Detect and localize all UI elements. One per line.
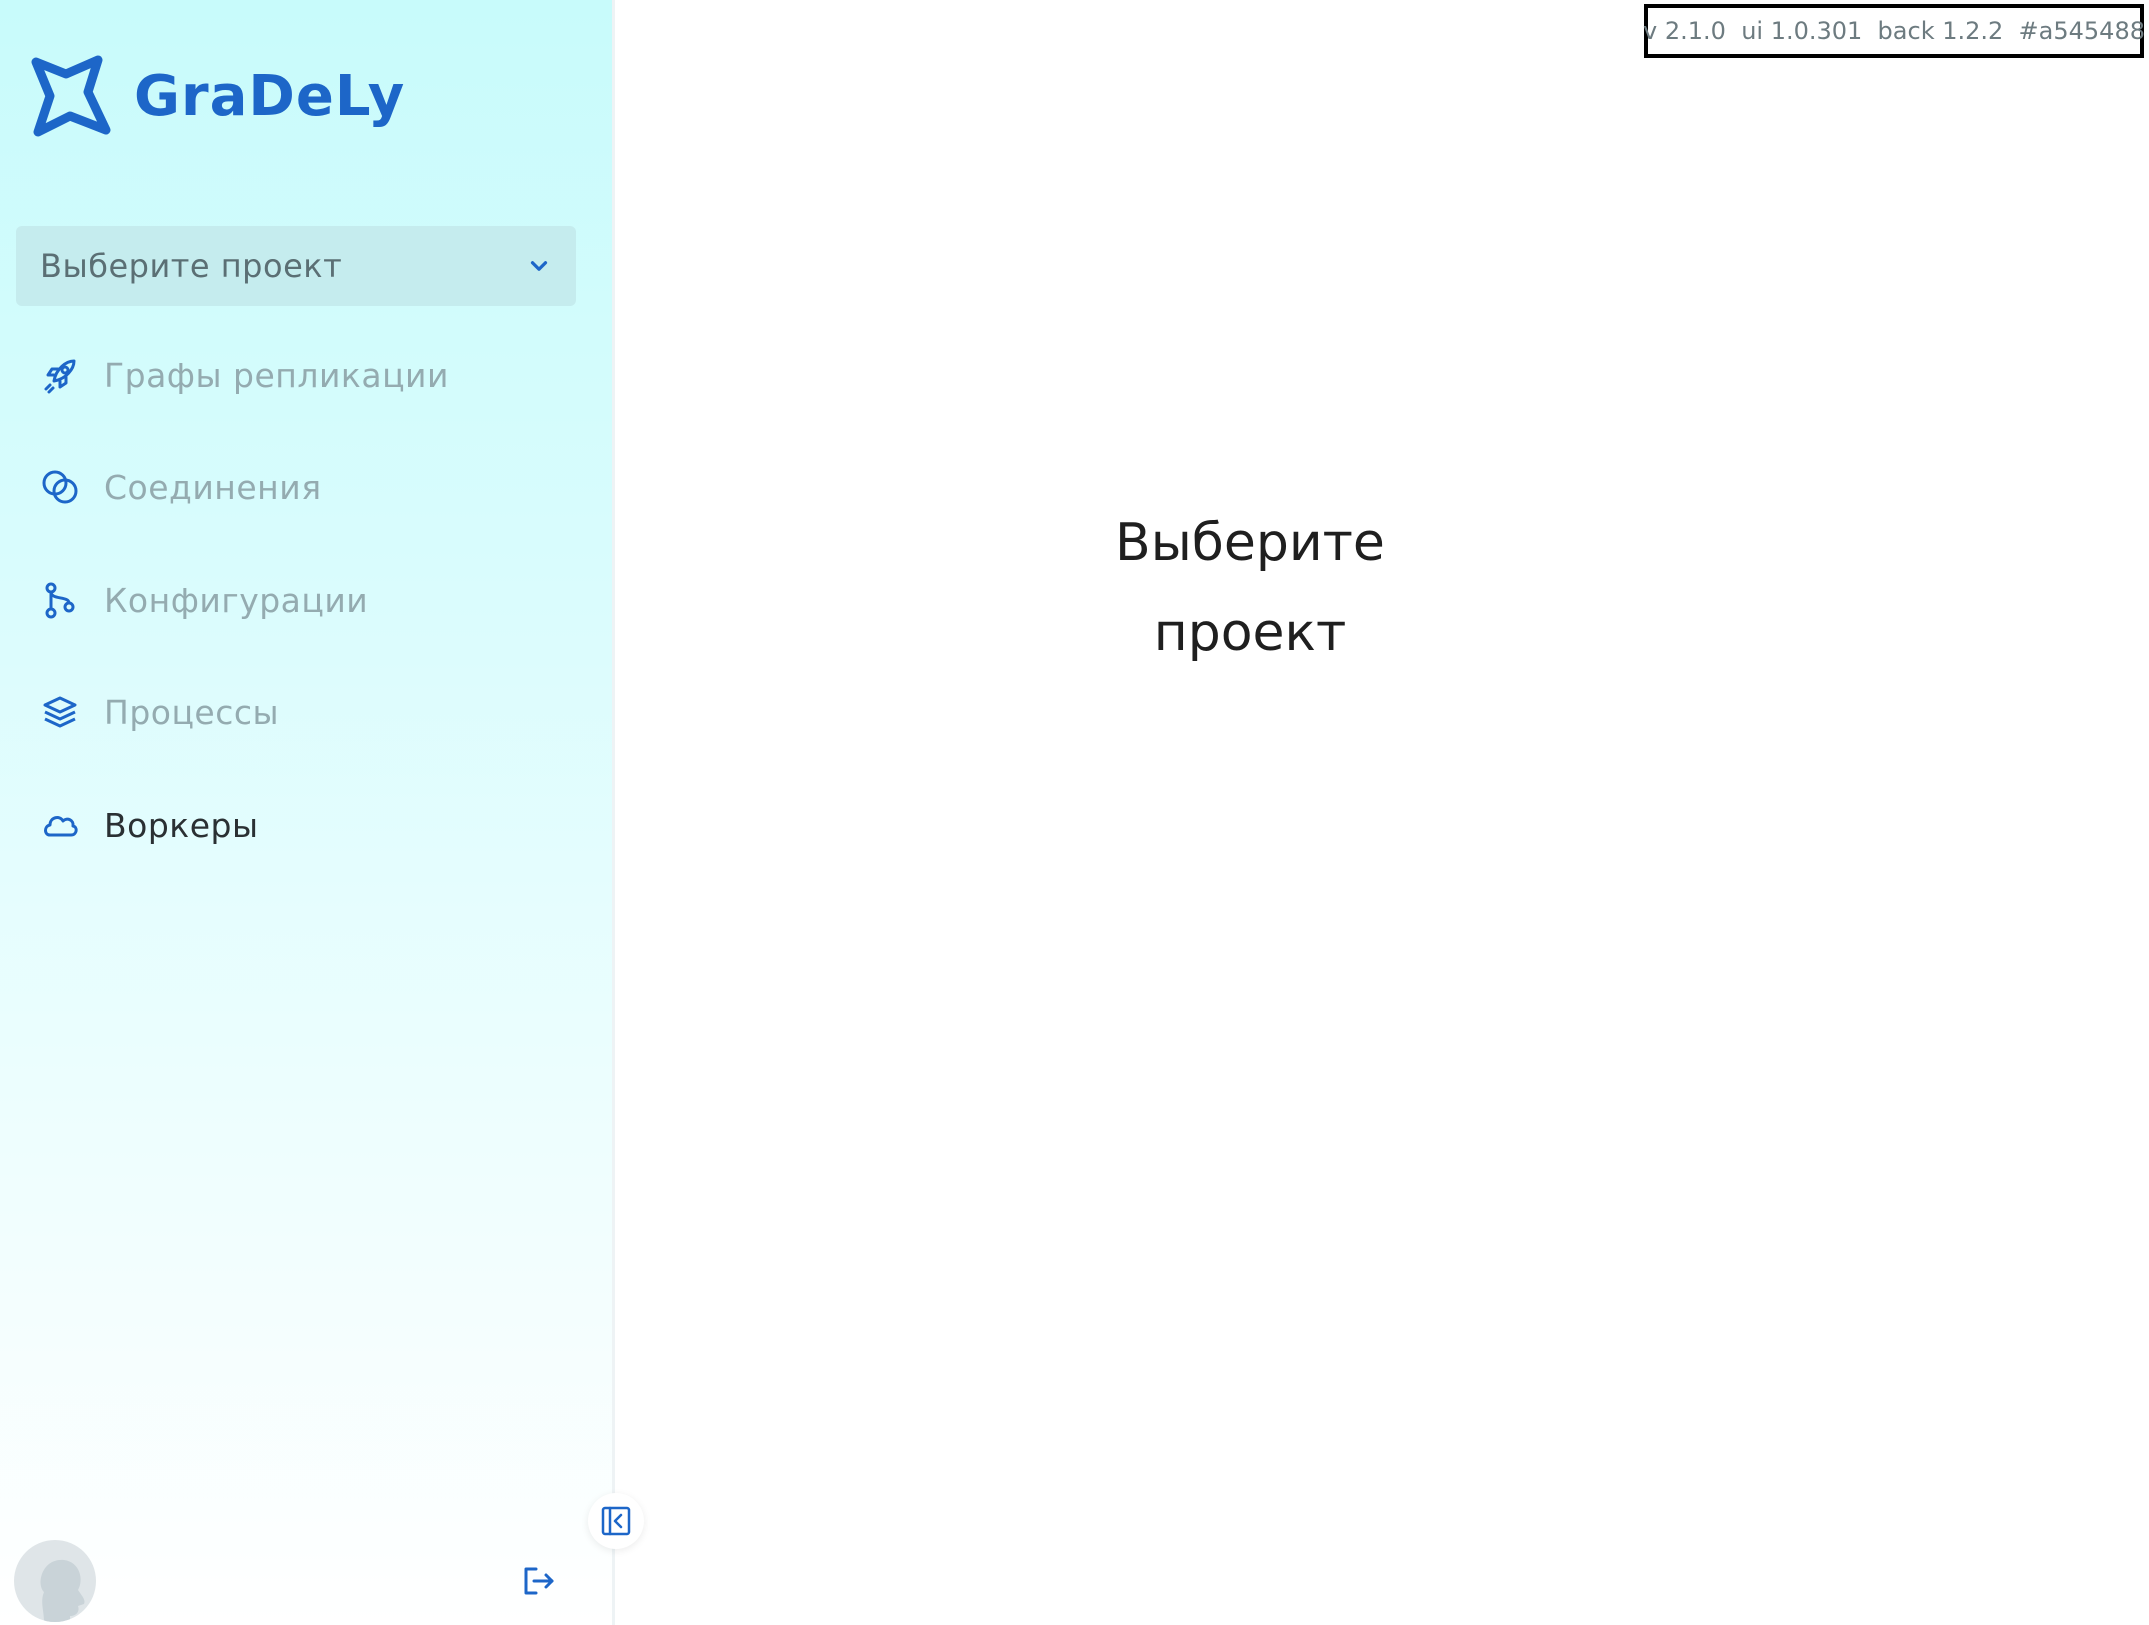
sidebar-item-label: Конфигурации xyxy=(104,580,369,620)
link-icon xyxy=(42,470,78,504)
collapse-sidebar-button[interactable] xyxy=(588,1493,644,1549)
empty-state-message: Выберите проект xyxy=(1050,498,1450,678)
empty-state-line: Выберите xyxy=(1115,513,1385,573)
user-silhouette-icon xyxy=(40,1559,85,1622)
cloud-icon xyxy=(44,816,78,837)
version-info: v 2.1.0 ui 1.0.301 back 1.2.2 #a545488 xyxy=(1643,4,2145,58)
layers-icon xyxy=(43,696,77,728)
sidebar-item-label: Воркеры xyxy=(104,805,259,845)
sidebar-item-configurations[interactable]: Конфигурации xyxy=(40,565,368,635)
sidebar: GraDeLy Выберите проект Графы репликации xyxy=(0,0,615,1625)
project-select-label: Выберите проект xyxy=(40,247,343,285)
branch-icon xyxy=(45,582,75,619)
empty-state-line: проект xyxy=(1153,603,1347,663)
project-select[interactable]: Выберите проект xyxy=(16,226,576,306)
logo-icon xyxy=(31,55,111,137)
sidebar-item-connections[interactable]: Соединения xyxy=(40,452,322,522)
sidebar-item-processes[interactable]: Процессы xyxy=(40,677,279,747)
rocket-icon xyxy=(44,359,76,394)
sidebar-collapse-icon xyxy=(601,1506,631,1536)
chevron-down-icon xyxy=(530,261,548,271)
sidebar-item-replication-graphs[interactable]: Графы репликации xyxy=(40,340,449,410)
sidebar-item-label: Графы репликации xyxy=(104,355,449,395)
avatar[interactable] xyxy=(14,1540,96,1622)
sidebar-item-workers[interactable]: Воркеры xyxy=(40,790,259,860)
sidebar-item-label: Соединения xyxy=(104,467,322,507)
app-name: GraDeLy xyxy=(134,63,406,129)
logo[interactable]: GraDeLy xyxy=(26,52,405,140)
sidebar-item-label: Процессы xyxy=(104,692,280,732)
logout-icon[interactable] xyxy=(520,1563,556,1599)
